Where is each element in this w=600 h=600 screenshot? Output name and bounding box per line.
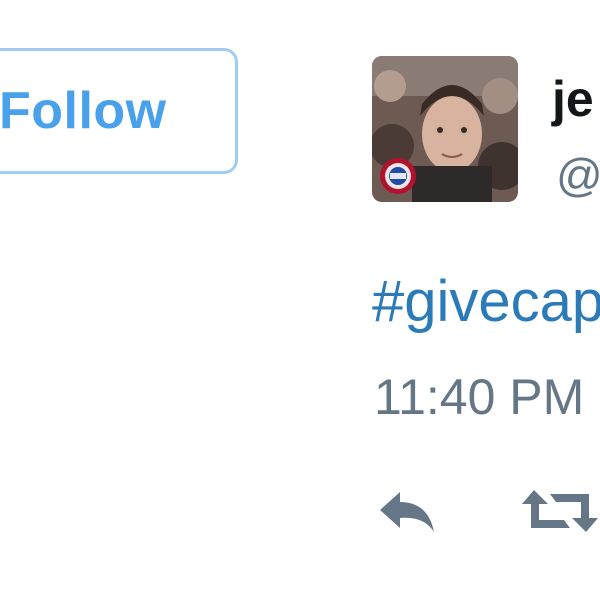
tweet-embed: Follow je @ #givecap 11:40 PM [0, 0, 600, 600]
avatar[interactable] [372, 56, 518, 202]
follow-button-label: Follow [0, 82, 167, 140]
retweet-button[interactable] [520, 486, 600, 541]
author-display-name[interactable]: je [552, 70, 594, 128]
tweet-timestamp[interactable]: 11:40 PM [374, 368, 584, 426]
reply-button[interactable] [376, 488, 440, 543]
profile-photo-icon [372, 56, 518, 202]
tweet-hashtag-link[interactable]: #givecap [372, 268, 600, 335]
retweet-icon [522, 490, 598, 532]
follow-button[interactable]: Follow [0, 48, 238, 174]
author-handle: @ [556, 149, 600, 201]
reply-icon [380, 492, 434, 532]
